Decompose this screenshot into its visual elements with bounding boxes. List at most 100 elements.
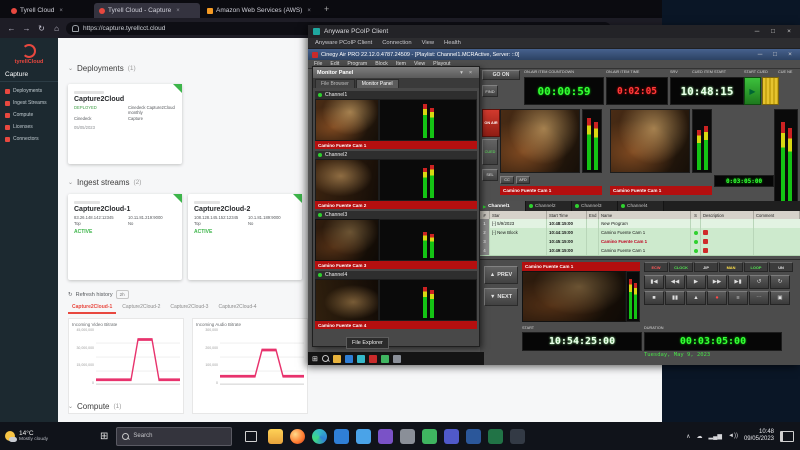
monitor-panel-title-bar[interactable]: Monitor Panel ▾ × (313, 67, 479, 78)
remote-app-icon-gray[interactable] (393, 355, 401, 363)
tab-file-browser[interactable]: File Browser (315, 79, 355, 88)
menu-connection[interactable]: Connection (382, 40, 411, 46)
sidebar-item-ingest-streams[interactable]: Ingest Streams (0, 97, 58, 109)
menu-anyware[interactable]: Anyware PCoIP Client (315, 40, 372, 46)
pcoip-title-bar[interactable]: Anyware PCoIP Client ─ □ × (308, 25, 800, 38)
afd-button[interactable]: AFD (516, 176, 530, 184)
menu-view[interactable]: View (422, 40, 434, 46)
close-tab-icon[interactable]: × (176, 8, 180, 14)
channel1-monitor[interactable]: Channel1 Camino Fuente Cam 1 (315, 91, 477, 149)
skip-forward-button[interactable]: ▶▮ (728, 275, 748, 289)
find-button[interactable]: FIND (482, 85, 498, 97)
network-icon[interactable]: ▂▄▆ (709, 433, 722, 440)
file-explorer-icon[interactable] (268, 429, 283, 444)
ingest-card-2[interactable]: Capture2Cloud-2 108.128.145.152:12345 10… (188, 194, 302, 280)
loop-back-button[interactable]: ↺ (749, 275, 769, 289)
volume-icon[interactable]: ◄)) (728, 433, 738, 439)
settings-icon[interactable] (400, 429, 415, 444)
mode-button-ecw[interactable]: ECW (644, 262, 668, 272)
close-button[interactable]: × (466, 70, 475, 76)
collapse-chevron-icon[interactable]: ⌄ (68, 179, 73, 186)
list-button[interactable]: ≡ (728, 291, 748, 305)
channel2-monitor[interactable]: Channel2 Camino Fuente Cam 2 (315, 151, 477, 209)
word-icon[interactable] (466, 429, 481, 444)
close-tab-icon[interactable]: × (307, 8, 311, 14)
pause-button[interactable]: ▮▮ (665, 291, 685, 305)
loop-forward-button[interactable]: ↻ (770, 275, 790, 289)
chart-tab-4[interactable]: Capture2Cloud-4 (214, 302, 260, 314)
pin-button[interactable]: ▾ (457, 70, 466, 76)
remote-app-icon-green[interactable] (381, 355, 389, 363)
fast-forward-button[interactable]: ▶▶ (707, 275, 727, 289)
sidebar-item-licenses[interactable]: Licenses (0, 121, 58, 133)
remote-file-explorer-icon[interactable] (333, 355, 341, 363)
channel3-monitor[interactable]: Channel3 Camino Fuente Cam 3 (315, 211, 477, 269)
skip-back-button[interactable]: ▮◀ (644, 275, 664, 289)
sidebar-item-connectors[interactable]: Connectors (0, 133, 58, 145)
ingest-card-1[interactable]: Capture2Cloud-1 83.26.148.142:12345 10.1… (68, 194, 182, 280)
options-button[interactable]: ⋯ (749, 291, 769, 305)
mode-button-un[interactable]: UN (769, 262, 793, 272)
terminal-icon[interactable] (510, 429, 525, 444)
stop-button[interactable]: ■ (644, 291, 664, 305)
task-view-icon[interactable] (245, 431, 257, 442)
menu-health[interactable]: Health (444, 40, 461, 46)
cc-button[interactable]: CC (500, 176, 514, 184)
collapse-chevron-icon[interactable]: ⌄ (68, 65, 73, 72)
chart-tab-2[interactable]: Capture2Cloud-2 (118, 302, 164, 314)
record-button[interactable]: ● (707, 291, 727, 305)
mail-icon[interactable] (356, 429, 371, 444)
taskbar-clock[interactable]: 10:48 09/05/2023 (744, 429, 774, 444)
edge-icon[interactable] (312, 429, 327, 444)
chart-tab-1[interactable]: Capture2Cloud-1 (68, 302, 116, 314)
maximize-button[interactable]: □ (767, 28, 779, 35)
range-chip[interactable]: 2h (116, 290, 129, 299)
remote-app-icon-blue[interactable] (345, 355, 353, 363)
rewind-button[interactable]: ◀◀ (665, 275, 685, 289)
cued-indicator-button[interactable]: CUED (482, 139, 498, 165)
cinegy-title-bar[interactable]: Cinegy Air PRO 22.12.0.4787.24509 - [Pla… (308, 49, 800, 60)
playlist-tab-channel1[interactable]: ▶Channel1 (480, 201, 526, 211)
playlist-row[interactable]: 4 10:49:15:00 Camino Fuente Cam 1 (480, 246, 800, 256)
close-button[interactable]: × (784, 51, 796, 58)
tab-monitor-panel[interactable]: Monitor Panel (356, 79, 399, 88)
mode-button-man[interactable]: MAN (719, 262, 743, 272)
mode-button-jip[interactable]: JIP (694, 262, 718, 272)
remote-edge-icon[interactable] (357, 355, 365, 363)
home-icon[interactable]: ⌂ (51, 24, 62, 33)
playlist-tab-channel3[interactable]: Channel3 (572, 201, 618, 211)
start-cued-play-button[interactable]: ▶ (744, 77, 761, 105)
minimize-button[interactable]: ─ (751, 28, 763, 35)
tab-tyrell-capture[interactable]: Tyrell Cloud - Capture × (94, 3, 200, 18)
mode-button-loop[interactable]: LOOP (744, 262, 768, 272)
on-air-indicator-button[interactable]: ON AIR (482, 109, 500, 137)
playlist-tab-channel4[interactable]: Channel4 (618, 201, 664, 211)
calculator-icon[interactable] (422, 429, 437, 444)
teams-icon[interactable] (444, 429, 459, 444)
taskbar-search[interactable]: Search (116, 427, 232, 446)
remote-search-icon[interactable] (322, 355, 329, 362)
new-tab-button[interactable]: + (324, 4, 329, 14)
playlist-tab-channel2[interactable]: Channel2 (526, 201, 572, 211)
mode-button-clock[interactable]: CLOCK (669, 262, 693, 272)
deployment-card[interactable]: Capture2Cloud DEPLOYED Cinedeck Capture2… (68, 84, 182, 164)
sidebar-item-compute[interactable]: Compute (0, 109, 58, 121)
tray-expand-icon[interactable]: ∧ (686, 433, 690, 440)
prev-button[interactable]: ▲PREV (484, 266, 518, 284)
refresh-history-button[interactable]: ↻ Refresh history 2h (68, 290, 129, 299)
collapse-chevron-icon[interactable]: ⌄ (68, 403, 73, 410)
remote-start-button[interactable]: ⊞ (312, 355, 318, 363)
start-button[interactable]: ⊞ (92, 431, 116, 442)
chart-tab-3[interactable]: Capture2Cloud-3 (166, 302, 212, 314)
store-icon[interactable] (334, 429, 349, 444)
channel4-monitor[interactable]: Channel4 Camino Fuente Cam 4 (315, 271, 477, 329)
hold-button[interactable] (762, 77, 779, 105)
sel-button[interactable]: SEL (482, 169, 498, 181)
close-button[interactable]: × (783, 28, 795, 35)
weather-widget[interactable]: 14°C Mostly cloudy (0, 422, 92, 450)
excel-icon[interactable] (488, 429, 503, 444)
action-center-icon[interactable] (780, 431, 794, 442)
next-button[interactable]: ▼NEXT (484, 288, 518, 306)
onedrive-cloud-icon[interactable]: ☁ (697, 433, 703, 440)
eject-button[interactable]: ▲ (686, 291, 706, 305)
